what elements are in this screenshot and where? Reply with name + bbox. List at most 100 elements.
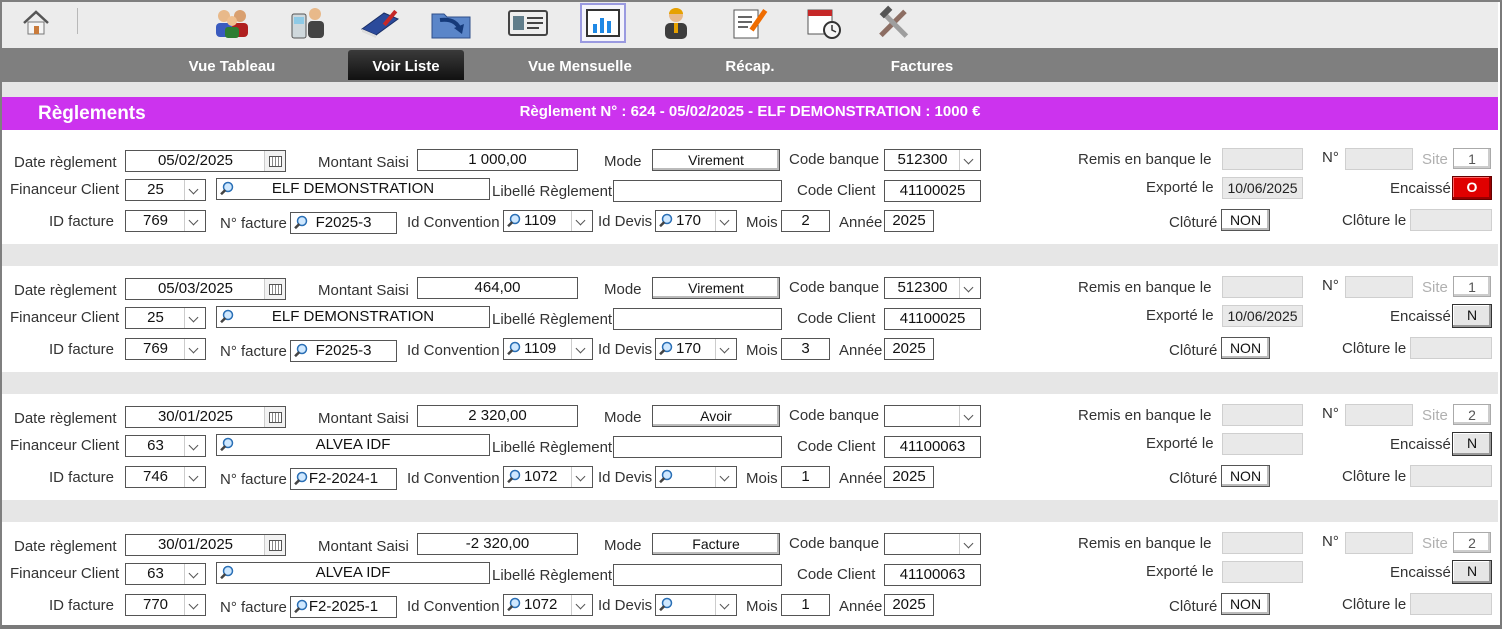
home-icon[interactable] — [14, 4, 58, 42]
chevron-down-icon[interactable] — [184, 564, 205, 584]
mois-field[interactable]: 1 — [781, 466, 830, 488]
financeur-combo[interactable]: 63 — [125, 435, 206, 457]
remis-banque-field[interactable] — [1222, 276, 1303, 298]
mode-button[interactable]: Virement — [652, 149, 780, 171]
chevron-down-icon[interactable] — [959, 534, 980, 554]
chevron-down-icon[interactable] — [571, 595, 592, 615]
chevron-down-icon[interactable] — [184, 467, 205, 487]
site-field[interactable]: 2 — [1453, 532, 1491, 553]
chevron-down-icon[interactable] — [571, 467, 592, 487]
libelle-field[interactable] — [613, 564, 782, 586]
users-icon[interactable] — [210, 4, 254, 42]
cloture-button[interactable]: NON — [1221, 337, 1270, 359]
encaisse-toggle[interactable]: N — [1452, 560, 1492, 584]
calendar-clock-icon[interactable] — [802, 4, 846, 42]
cloture-le-field[interactable] — [1410, 337, 1492, 359]
chevron-down-icon[interactable] — [715, 467, 736, 487]
date-reglement-field[interactable]: 30/01/2025 — [125, 534, 286, 556]
import-folder-icon[interactable] — [430, 4, 474, 42]
montant-field[interactable]: 1 000,00 — [417, 149, 578, 171]
site-field[interactable]: 1 — [1453, 276, 1491, 297]
chevron-down-icon[interactable] — [571, 211, 592, 231]
date-reglement-field[interactable]: 05/02/2025 — [125, 150, 286, 172]
person-icon[interactable] — [654, 4, 698, 42]
annee-field[interactable]: 2025 — [884, 466, 934, 488]
code-client-field[interactable]: 41100063 — [884, 436, 981, 458]
annee-field[interactable]: 2025 — [884, 210, 934, 232]
id-facture-combo[interactable]: 769 — [125, 210, 206, 232]
financeur-combo[interactable]: 25 — [125, 179, 206, 201]
site-field[interactable]: 2 — [1453, 404, 1491, 425]
chevron-down-icon[interactable] — [959, 406, 980, 426]
remis-banque-field[interactable] — [1222, 148, 1303, 170]
numero-field[interactable] — [1345, 404, 1413, 426]
edit-document-icon[interactable] — [728, 4, 772, 42]
code-banque-combo[interactable] — [884, 405, 981, 427]
cloture-button[interactable]: NON — [1221, 465, 1270, 487]
calendar-icon[interactable] — [264, 535, 285, 555]
book-icon[interactable] — [358, 4, 402, 42]
client-name-field[interactable]: ALVEA IDF — [216, 434, 490, 456]
tab-vue-mensuelle[interactable]: Vue Mensuelle — [510, 56, 650, 80]
calendar-icon[interactable] — [264, 151, 285, 171]
id-card-icon[interactable] — [506, 4, 550, 42]
code-client-field[interactable]: 41100025 — [884, 180, 981, 202]
chevron-down-icon[interactable] — [184, 211, 205, 231]
annee-field[interactable]: 2025 — [884, 594, 934, 616]
encaisse-toggle[interactable]: N — [1452, 304, 1492, 328]
mois-field[interactable]: 2 — [781, 210, 830, 232]
exporte-field[interactable] — [1222, 561, 1303, 583]
id-devis-combo[interactable]: 170 — [655, 210, 737, 232]
libelle-field[interactable] — [613, 180, 782, 202]
chevron-down-icon[interactable] — [715, 595, 736, 615]
chevron-down-icon[interactable] — [959, 278, 980, 298]
tab-vue-tableau[interactable]: Vue Tableau — [174, 56, 290, 80]
chart-icon[interactable] — [580, 3, 626, 43]
chevron-down-icon[interactable] — [959, 150, 980, 170]
chevron-down-icon[interactable] — [184, 595, 205, 615]
mode-button[interactable]: Virement — [652, 277, 780, 299]
client-name-field[interactable]: ALVEA IDF — [216, 562, 490, 584]
financeur-combo[interactable]: 63 — [125, 563, 206, 585]
encaisse-toggle[interactable]: O — [1452, 176, 1492, 200]
exporte-field[interactable] — [1222, 433, 1303, 455]
id-devis-combo[interactable]: 170 — [655, 338, 737, 360]
id-convention-combo[interactable]: 1109 — [503, 338, 593, 360]
site-field[interactable]: 1 — [1453, 148, 1491, 169]
chevron-down-icon[interactable] — [184, 436, 205, 456]
remis-banque-field[interactable] — [1222, 532, 1303, 554]
id-facture-combo[interactable]: 769 — [125, 338, 206, 360]
id-devis-combo[interactable] — [655, 466, 737, 488]
libelle-field[interactable] — [613, 436, 782, 458]
client-name-field[interactable]: ELF DEMONSTRATION — [216, 306, 490, 328]
mois-field[interactable]: 1 — [781, 594, 830, 616]
id-convention-combo[interactable]: 1072 — [503, 594, 593, 616]
phone-contact-icon[interactable] — [286, 4, 330, 42]
tab-factures[interactable]: Factures — [874, 56, 970, 80]
libelle-field[interactable] — [613, 308, 782, 330]
remis-banque-field[interactable] — [1222, 404, 1303, 426]
date-reglement-field[interactable]: 30/01/2025 — [125, 406, 286, 428]
id-devis-combo[interactable] — [655, 594, 737, 616]
numero-field[interactable] — [1345, 532, 1413, 554]
montant-field[interactable]: 464,00 — [417, 277, 578, 299]
montant-field[interactable]: 2 320,00 — [417, 405, 578, 427]
chevron-down-icon[interactable] — [184, 308, 205, 328]
chevron-down-icon[interactable] — [715, 211, 736, 231]
no-facture-field[interactable]: F2025-3 — [290, 340, 397, 362]
tab-recap[interactable]: Récap. — [708, 56, 792, 80]
encaisse-toggle[interactable]: N — [1452, 432, 1492, 456]
code-banque-combo[interactable]: 512300 — [884, 277, 981, 299]
cloture-le-field[interactable] — [1410, 593, 1492, 615]
chevron-down-icon[interactable] — [184, 180, 205, 200]
date-reglement-field[interactable]: 05/03/2025 — [125, 278, 286, 300]
montant-field[interactable]: -2 320,00 — [417, 533, 578, 555]
chevron-down-icon[interactable] — [571, 339, 592, 359]
cloture-le-field[interactable] — [1410, 465, 1492, 487]
exporte-field[interactable]: 10/06/2025 — [1222, 305, 1303, 327]
annee-field[interactable]: 2025 — [884, 338, 934, 360]
financeur-combo[interactable]: 25 — [125, 307, 206, 329]
cloture-button[interactable]: NON — [1221, 209, 1270, 231]
code-client-field[interactable]: 41100025 — [884, 308, 981, 330]
mois-field[interactable]: 3 — [781, 338, 830, 360]
